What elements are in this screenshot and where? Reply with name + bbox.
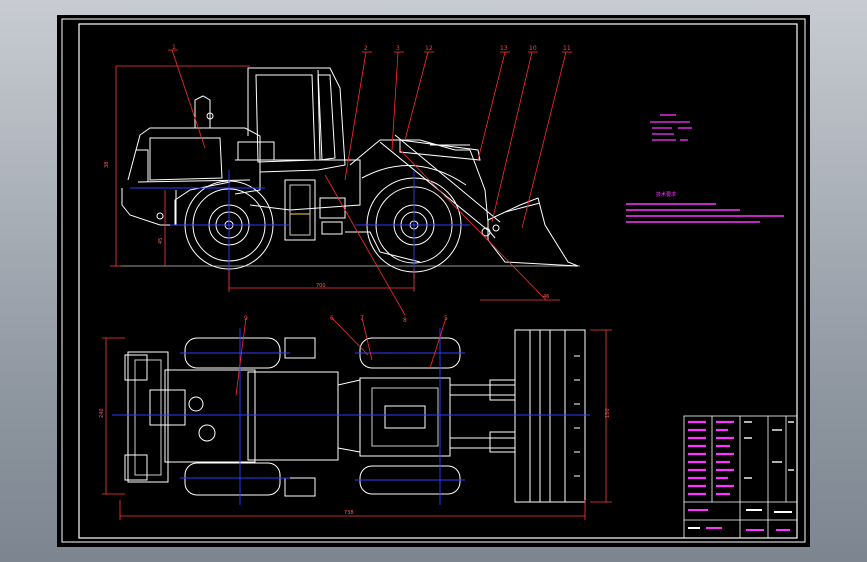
- dim-side-reach: 46: [543, 294, 549, 300]
- balloon-2: 2: [364, 45, 368, 52]
- drawing-canvas[interactable]: [57, 15, 810, 547]
- dim-side-ground: 45: [158, 238, 164, 244]
- balloon-8: 8: [403, 317, 407, 324]
- dim-side-wheelbase: 700: [316, 283, 326, 289]
- balloon-13: 13: [500, 45, 508, 52]
- tech-requirements-title: 技术要求: [656, 191, 676, 198]
- balloon-6: 6: [330, 315, 334, 322]
- balloon-1: 1: [172, 44, 176, 51]
- balloon-9: 9: [244, 315, 248, 322]
- balloon-7: 7: [360, 315, 364, 322]
- dim-side-height: 38: [104, 162, 110, 168]
- balloon-3: 3: [396, 45, 400, 52]
- balloon-12: 12: [425, 45, 433, 52]
- dim-top-length: 738: [344, 510, 354, 516]
- balloon-11: 11: [563, 45, 571, 52]
- dim-top-width: 240: [99, 408, 105, 418]
- balloon-10: 10: [529, 45, 537, 52]
- dim-top-bucket-width: 150: [605, 408, 611, 418]
- balloon-5: 5: [444, 315, 448, 322]
- cad-drawing-sheet: 1 2 3 12 13 10 11 8 9 6 7 5 38 45 700 46…: [57, 15, 810, 547]
